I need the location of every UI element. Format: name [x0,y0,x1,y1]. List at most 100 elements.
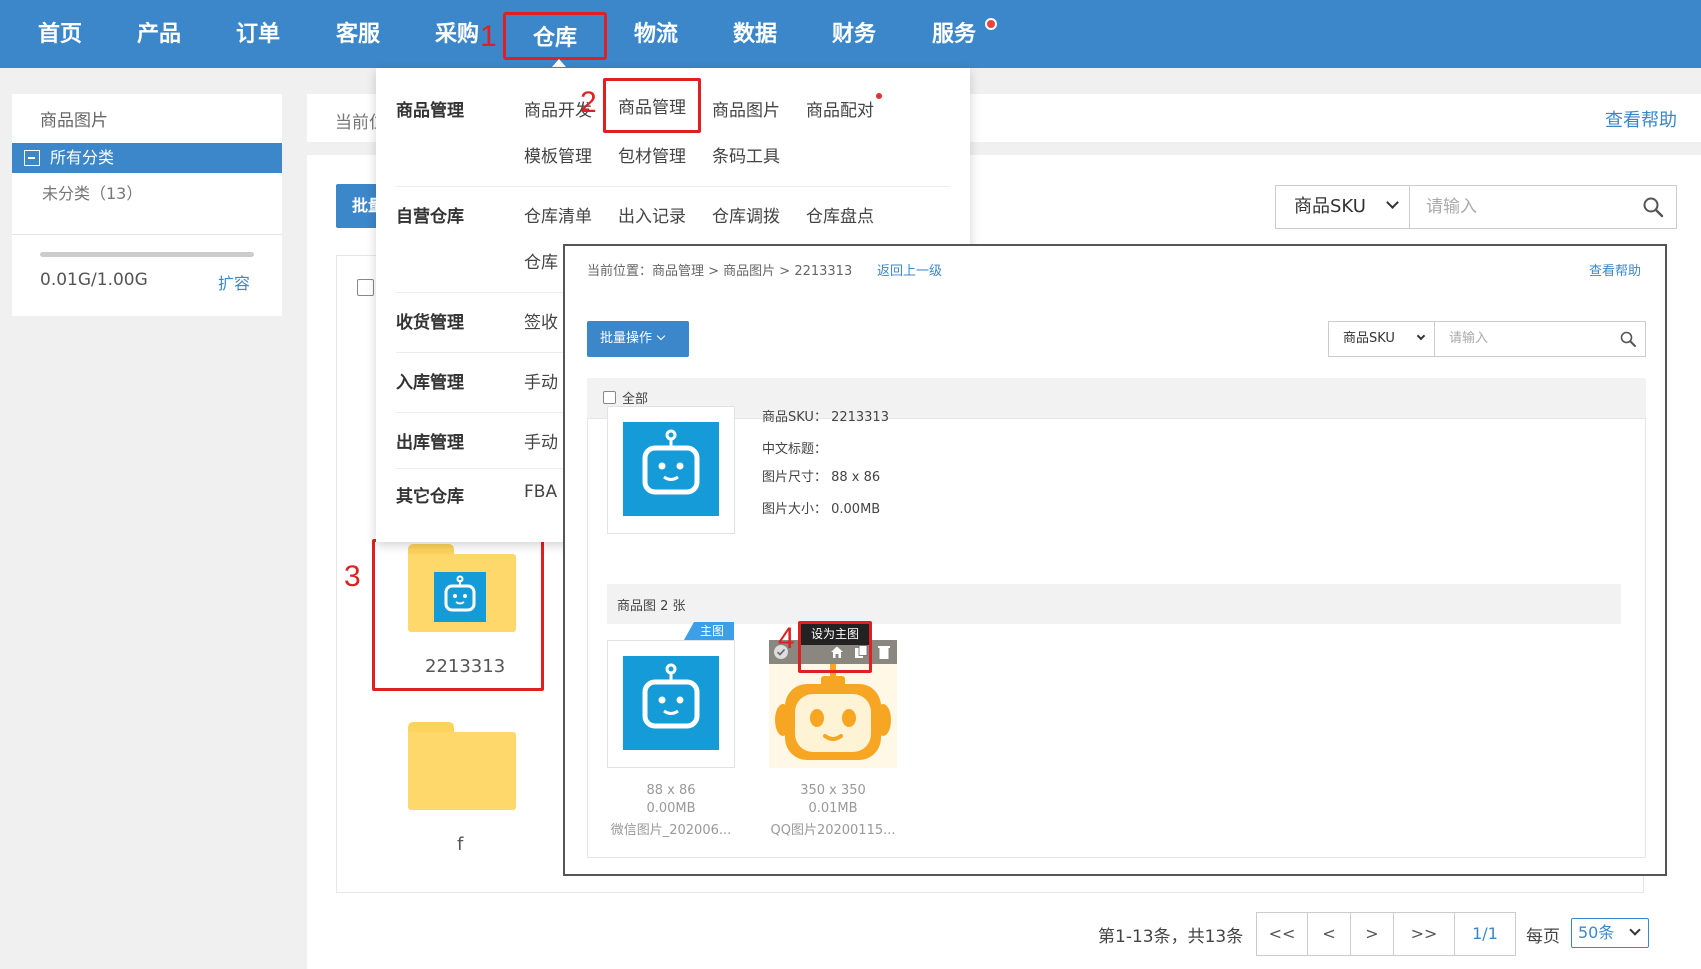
menu-item-product-images[interactable]: 商品图片 [712,96,780,121]
batch-operations-button[interactable]: 批量操作 [587,321,689,357]
select-all-label: 全部 [622,392,649,407]
step-highlight-3 [372,539,544,691]
sidebar-item-all-categories[interactable]: 所有分类 [12,143,282,173]
menu-item-packaging-management[interactable]: 包材管理 [618,142,686,167]
menu-item-inout-records[interactable]: 出入记录 [618,202,686,227]
chevron-down-icon [1629,924,1641,936]
menu-item-warehouse-list[interactable]: 仓库清单 [524,202,592,227]
folder-body [408,732,516,810]
menu-item-warehouse-more[interactable]: 仓库 [524,248,558,273]
search-input[interactable]: 请输入 [1449,322,1488,356]
info-image-filesize: 图片大小： 0.00MB [762,502,881,517]
image-detail-content [587,418,1646,858]
menu-category-product-management: 商品管理 [396,101,464,121]
menu-item-manual-inbound[interactable]: 手动 [524,368,558,393]
menu-category-own-warehouse: 自营仓库 [396,207,464,227]
sidebar-divider [12,234,282,235]
nav-customer-service[interactable]: 客服 [336,20,380,50]
last-page-button[interactable]: >> [1393,912,1455,956]
step-marker-2: 2 [580,86,597,119]
nav-product[interactable]: 产品 [137,20,181,50]
sidebar-item-uncategorized[interactable]: 未分类（13） [42,180,142,204]
next-page-button[interactable]: > [1350,912,1394,956]
first-page-button[interactable]: << [1256,912,1308,956]
menu-divider [396,186,950,187]
nav-orders[interactable]: 订单 [236,20,280,50]
menu-category-inbound: 入库管理 [396,373,464,393]
image-2-dimensions: 350 x 350 [800,783,866,798]
sku-search-bar: 商品SKU 请输入 [1328,321,1646,357]
step-marker-4: 4 [778,622,795,655]
trash-icon[interactable] [877,644,891,660]
menu-item-warehouse-transfer[interactable]: 仓库调拨 [712,202,780,227]
sidebar-item-label: 所有分类 [50,148,115,167]
info-chinese-title: 中文标题： [762,442,828,457]
category-sidebar: 商品图片 所有分类 未分类（13） 0.01G/1.00G 扩容 [12,94,282,316]
product-images-header: 商品图 2 张 [607,584,1621,624]
chevron-down-icon [1386,196,1399,209]
step-marker-1: 1 [480,20,497,53]
help-link[interactable]: 查看帮助 [1589,260,1641,279]
info-sku: 商品SKU： 2213313 [762,410,889,425]
nav-data[interactable]: 数据 [733,20,777,50]
image-2-filesize: 0.01MB [808,801,858,816]
image-1-filename: 微信图片_202006... [610,823,732,838]
menu-item-product-management[interactable]: 商品管理 [603,78,701,133]
image-2-filename: QQ图片20200115... [770,823,896,838]
search-field-select[interactable]: 商品SKU [1329,322,1435,356]
select-all-checkbox[interactable] [603,391,616,404]
nav-home[interactable]: 首页 [38,20,82,50]
new-feature-dot [876,93,882,99]
menu-item-fba[interactable]: FBA [524,482,557,502]
sku-search-bar: 商品SKU 请输入 [1275,185,1677,229]
button-label: 批量操作 [600,331,653,346]
menu-item-sign-receipt[interactable]: 签收 [524,308,558,333]
breadcrumb: 当前位置：商品管理 > 商品图片 > 2213313 [587,264,853,279]
image-1-filesize: 0.00MB [646,801,696,816]
search-field-select[interactable]: 商品SKU [1276,186,1410,228]
product-image-detail-panel: 当前位置：商品管理 > 商品图片 > 2213313 返回上一级 查看帮助 批量… [563,244,1667,876]
page-size-select[interactable]: 50条 [1571,918,1649,948]
image-1-dimensions: 88 x 86 [646,783,696,798]
search-input[interactable]: 请输入 [1426,186,1477,228]
menu-category-outbound: 出库管理 [396,433,464,453]
menu-item-manual-outbound[interactable]: 手动 [524,428,558,453]
notification-dot [985,18,997,30]
current-page-indicator: 1/1 [1454,912,1516,956]
menu-item-barcode-tools[interactable]: 条码工具 [712,142,780,167]
folder-f[interactable] [408,722,516,810]
expand-storage-link[interactable]: 扩容 [218,270,250,294]
back-link[interactable]: 返回上一级 [877,260,942,279]
robot-image [623,656,719,750]
menu-item-warehouse-stocktake[interactable]: 仓库盘点 [806,202,874,227]
nav-finance[interactable]: 财务 [832,20,876,50]
main-image-thumbnail[interactable] [607,406,735,534]
menu-item-product-pairing[interactable]: 商品配对 [806,96,874,121]
nav-logistics[interactable]: 物流 [634,20,678,50]
search-icon[interactable] [1642,196,1664,218]
step-highlight-4 [798,621,872,673]
collapse-icon[interactable] [24,150,40,166]
menu-item-template-management[interactable]: 模板管理 [524,142,592,167]
nav-services[interactable]: 服务 [932,20,976,50]
menu-category-other-warehouse: 其它仓库 [396,487,464,507]
select-all-checkbox[interactable] [357,279,374,296]
page-size-value: 50条 [1578,923,1615,942]
product-image-1[interactable] [607,640,735,768]
search-field-value: 商品SKU [1343,331,1395,346]
search-field-value: 商品SKU [1294,196,1366,217]
images-count-label: 商品图 2 张 [617,599,686,614]
select-all-bar: 全部 [587,378,1646,418]
search-icon[interactable] [1619,330,1637,348]
sidebar-title: 商品图片 [40,111,108,131]
nav-purchase[interactable]: 采购 [435,20,479,50]
prev-page-button[interactable]: < [1307,912,1351,956]
menu-category-receiving: 收货管理 [396,313,464,333]
chevron-down-icon [1416,331,1426,341]
step-marker-3: 3 [344,560,361,593]
nav-warehouse[interactable]: 仓库 [503,12,607,67]
help-link[interactable]: 查看帮助 [1605,106,1677,132]
top-navigation: 首页 产品 订单 客服 采购 仓库 物流 数据 财务 服务 [0,0,1701,68]
storage-usage-bar [40,252,254,257]
pagination-summary: 第1-13条，共13条 [1098,927,1244,947]
